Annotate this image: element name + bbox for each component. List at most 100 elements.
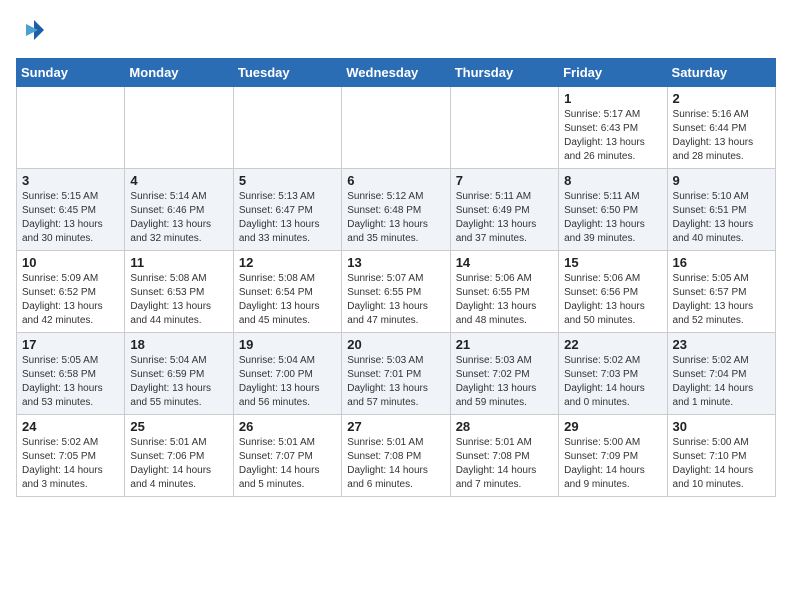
day-number: 23 [673,337,770,352]
day-info: Sunrise: 5:12 AM Sunset: 6:48 PM Dayligh… [347,190,444,246]
calendar-cell: 21 Sunrise: 5:03 AM Sunset: 7:02 PM Dayli… [450,333,558,415]
calendar-cell: 2 Sunrise: 5:16 AM Sunset: 6:44 PM Daylig… [667,87,775,169]
calendar-cell: 30 Sunrise: 5:00 AM Sunset: 7:10 PM Dayli… [667,415,775,497]
calendar-cell: 24 Sunrise: 5:02 AM Sunset: 7:05 PM Dayli… [17,415,125,497]
day-number: 15 [564,255,661,270]
day-info: Sunrise: 5:08 AM Sunset: 6:54 PM Dayligh… [239,272,336,328]
day-number: 13 [347,255,444,270]
day-info: Sunrise: 5:01 AM Sunset: 7:08 PM Dayligh… [347,436,444,492]
header-monday: Monday [125,59,233,87]
logo [16,16,50,46]
day-number: 2 [673,91,770,106]
header-tuesday: Tuesday [233,59,341,87]
calendar-cell: 18 Sunrise: 5:04 AM Sunset: 6:59 PM Dayli… [125,333,233,415]
day-number: 12 [239,255,336,270]
day-info: Sunrise: 5:10 AM Sunset: 6:51 PM Dayligh… [673,190,770,246]
calendar-cell: 22 Sunrise: 5:02 AM Sunset: 7:03 PM Dayli… [559,333,667,415]
calendar-cell: 11Sunrise: 5:08 AM Sunset: 6:53 PM Dayli… [125,251,233,333]
calendar-week-row: 1 Sunrise: 5:17 AM Sunset: 6:43 PM Daylig… [17,87,776,169]
day-info: Sunrise: 5:01 AM Sunset: 7:06 PM Dayligh… [130,436,227,492]
calendar-cell: 13 Sunrise: 5:07 AM Sunset: 6:55 PM Dayli… [342,251,450,333]
calendar-cell: 7 Sunrise: 5:11 AM Sunset: 6:49 PM Daylig… [450,169,558,251]
calendar-cell: 23 Sunrise: 5:02 AM Sunset: 7:04 PM Dayli… [667,333,775,415]
calendar-cell: 8 Sunrise: 5:11 AM Sunset: 6:50 PM Daylig… [559,169,667,251]
day-number: 27 [347,419,444,434]
day-info: Sunrise: 5:11 AM Sunset: 6:49 PM Dayligh… [456,190,553,246]
day-info: Sunrise: 5:01 AM Sunset: 7:07 PM Dayligh… [239,436,336,492]
day-number: 26 [239,419,336,434]
day-number: 10 [22,255,119,270]
day-number: 11 [130,255,227,270]
calendar-cell: 28 Sunrise: 5:01 AM Sunset: 7:08 PM Dayli… [450,415,558,497]
day-number: 3 [22,173,119,188]
day-info: Sunrise: 5:17 AM Sunset: 6:43 PM Dayligh… [564,108,661,164]
day-number: 7 [456,173,553,188]
day-info: Sunrise: 5:15 AM Sunset: 6:45 PM Dayligh… [22,190,119,246]
day-number: 6 [347,173,444,188]
header-saturday: Saturday [667,59,775,87]
calendar-cell [125,87,233,169]
calendar-week-row: 17 Sunrise: 5:05 AM Sunset: 6:58 PM Dayli… [17,333,776,415]
calendar-cell: 19 Sunrise: 5:04 AM Sunset: 7:00 PM Dayli… [233,333,341,415]
header-sunday: Sunday [17,59,125,87]
day-info: Sunrise: 5:13 AM Sunset: 6:47 PM Dayligh… [239,190,336,246]
calendar-cell: 15 Sunrise: 5:06 AM Sunset: 6:56 PM Dayli… [559,251,667,333]
calendar-cell: 17 Sunrise: 5:05 AM Sunset: 6:58 PM Dayli… [17,333,125,415]
day-number: 8 [564,173,661,188]
day-info: Sunrise: 5:04 AM Sunset: 6:59 PM Dayligh… [130,354,227,410]
day-info: Sunrise: 5:01 AM Sunset: 7:08 PM Dayligh… [456,436,553,492]
day-info: Sunrise: 5:02 AM Sunset: 7:04 PM Dayligh… [673,354,770,410]
day-number: 4 [130,173,227,188]
calendar-cell: 6 Sunrise: 5:12 AM Sunset: 6:48 PM Daylig… [342,169,450,251]
calendar-cell: 12 Sunrise: 5:08 AM Sunset: 6:54 PM Dayli… [233,251,341,333]
day-number: 22 [564,337,661,352]
calendar-cell [450,87,558,169]
day-number: 25 [130,419,227,434]
header-friday: Friday [559,59,667,87]
day-number: 28 [456,419,553,434]
calendar-cell: 9 Sunrise: 5:10 AM Sunset: 6:51 PM Daylig… [667,169,775,251]
day-info: Sunrise: 5:03 AM Sunset: 7:01 PM Dayligh… [347,354,444,410]
day-info: Sunrise: 5:00 AM Sunset: 7:09 PM Dayligh… [564,436,661,492]
calendar-cell [233,87,341,169]
day-number: 21 [456,337,553,352]
calendar-cell: 16Sunrise: 5:05 AM Sunset: 6:57 PM Dayli… [667,251,775,333]
day-info: Sunrise: 5:05 AM Sunset: 6:58 PM Dayligh… [22,354,119,410]
calendar-cell: 26 Sunrise: 5:01 AM Sunset: 7:07 PM Dayli… [233,415,341,497]
header-wednesday: Wednesday [342,59,450,87]
day-info: Sunrise: 5:09 AM Sunset: 6:52 PM Dayligh… [22,272,119,328]
day-info: Sunrise: 5:00 AM Sunset: 7:10 PM Dayligh… [673,436,770,492]
day-info: Sunrise: 5:07 AM Sunset: 6:55 PM Dayligh… [347,272,444,328]
calendar-cell: 3 Sunrise: 5:15 AM Sunset: 6:45 PM Daylig… [17,169,125,251]
calendar-week-row: 24 Sunrise: 5:02 AM Sunset: 7:05 PM Dayli… [17,415,776,497]
calendar-header-row: SundayMondayTuesdayWednesdayThursdayFrid… [17,59,776,87]
day-number: 9 [673,173,770,188]
calendar-cell: 20 Sunrise: 5:03 AM Sunset: 7:01 PM Dayli… [342,333,450,415]
day-number: 24 [22,419,119,434]
day-info: Sunrise: 5:02 AM Sunset: 7:03 PM Dayligh… [564,354,661,410]
logo-icon [16,16,46,46]
day-info: Sunrise: 5:11 AM Sunset: 6:50 PM Dayligh… [564,190,661,246]
calendar-cell: 10 Sunrise: 5:09 AM Sunset: 6:52 PM Dayli… [17,251,125,333]
calendar-cell [342,87,450,169]
calendar-cell [17,87,125,169]
day-number: 20 [347,337,444,352]
day-info: Sunrise: 5:06 AM Sunset: 6:56 PM Dayligh… [564,272,661,328]
day-number: 1 [564,91,661,106]
day-info: Sunrise: 5:14 AM Sunset: 6:46 PM Dayligh… [130,190,227,246]
calendar-week-row: 10 Sunrise: 5:09 AM Sunset: 6:52 PM Dayli… [17,251,776,333]
day-number: 30 [673,419,770,434]
calendar-cell: 14Sunrise: 5:06 AM Sunset: 6:55 PM Dayli… [450,251,558,333]
day-info: Sunrise: 5:04 AM Sunset: 7:00 PM Dayligh… [239,354,336,410]
day-info: Sunrise: 5:05 AM Sunset: 6:57 PM Dayligh… [673,272,770,328]
day-number: 29 [564,419,661,434]
day-number: 17 [22,337,119,352]
calendar-week-row: 3 Sunrise: 5:15 AM Sunset: 6:45 PM Daylig… [17,169,776,251]
day-number: 18 [130,337,227,352]
day-number: 5 [239,173,336,188]
day-info: Sunrise: 5:03 AM Sunset: 7:02 PM Dayligh… [456,354,553,410]
day-info: Sunrise: 5:06 AM Sunset: 6:55 PM Dayligh… [456,272,553,328]
day-info: Sunrise: 5:16 AM Sunset: 6:44 PM Dayligh… [673,108,770,164]
day-number: 19 [239,337,336,352]
day-info: Sunrise: 5:02 AM Sunset: 7:05 PM Dayligh… [22,436,119,492]
